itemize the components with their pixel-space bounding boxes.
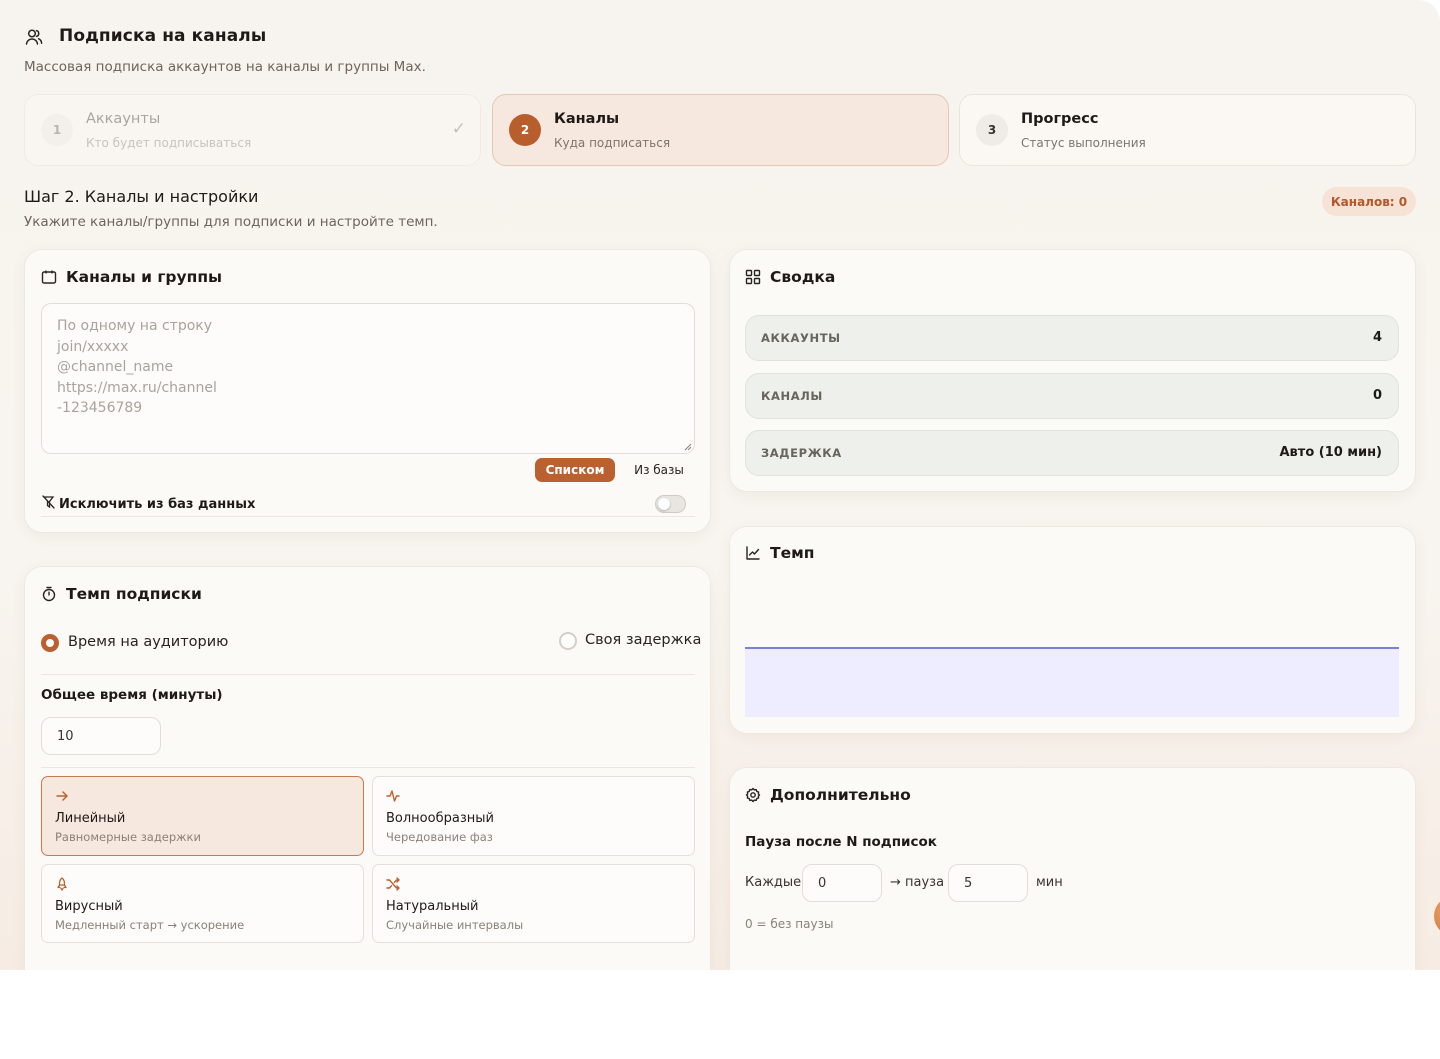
pause-label: → пауза <box>890 875 945 890</box>
divider <box>41 674 695 675</box>
step-number: 2 <box>509 114 541 146</box>
filter-off-icon <box>42 495 55 509</box>
calendar-icon <box>41 270 57 284</box>
divider <box>41 767 695 768</box>
step-title: Прогресс <box>1021 111 1099 127</box>
mode-title: Волнообразный <box>386 811 494 826</box>
step-subtitle: Куда подписаться <box>554 136 671 150</box>
page-title: Подписка на каналы <box>59 26 267 46</box>
summary-row-channels: КАНАЛЫ 0 <box>745 373 1399 419</box>
shuffle-icon <box>386 877 400 891</box>
section-title: Шаг 2. Каналы и настройки <box>24 187 259 206</box>
grid-icon <box>745 269 761 285</box>
extra-card-title: Дополнительно <box>770 786 911 804</box>
mode-viral[interactable]: Вирусный Медленный старт → ускорение <box>41 864 364 943</box>
every-label: Каждые <box>745 875 802 890</box>
step-progress[interactable]: 3 Прогресс Статус выполнения <box>959 94 1416 166</box>
summary-row-accounts: АККАУНТЫ 4 <box>745 315 1399 361</box>
page-subtitle: Массовая подписка аккаунтов на каналы и … <box>24 59 426 75</box>
mode-subtitle: Равномерные задержки <box>55 830 201 844</box>
tempo-card-title: Темп <box>770 544 815 562</box>
step-subtitle: Кто будет подписываться <box>86 136 252 150</box>
mode-natural[interactable]: Натуральный Случайные интервалы <box>372 864 695 943</box>
mode-subtitle: Медленный старт → ускорение <box>55 918 245 932</box>
line-chart-icon <box>746 546 760 560</box>
mode-wave[interactable]: Волнообразный Чередование фаз <box>372 776 695 856</box>
tempo-chart <box>745 647 1399 717</box>
radio-audience-time[interactable] <box>41 634 59 652</box>
check-icon: ✓ <box>451 119 466 139</box>
divider <box>41 516 695 517</box>
floating-action-button[interactable] <box>1434 896 1440 936</box>
summary-card-title: Сводка <box>770 268 836 286</box>
resize-grip-icon[interactable] <box>684 443 692 451</box>
mode-linear[interactable]: Линейный Равномерные задержки <box>41 776 364 856</box>
total-time-label: Общее время (минуты) <box>41 687 223 703</box>
step-title: Каналы <box>554 111 620 127</box>
channels-card-title: Каналы и группы <box>66 268 223 286</box>
mode-subtitle: Случайные интервалы <box>386 918 524 932</box>
exclude-db-toggle[interactable] <box>655 495 686 513</box>
pause-minutes-input[interactable]: 5 <box>948 864 1028 902</box>
summary-label: АККАУНТЫ <box>761 331 841 345</box>
timer-icon <box>42 586 56 602</box>
summary-row-delay: ЗАДЕРЖКА Авто (10 мин) <box>745 430 1399 476</box>
summary-value: Авто (10 мин) <box>1279 445 1383 460</box>
minutes-unit-label: мин <box>1036 875 1063 890</box>
pause-after-label: Пауза после N подписок <box>745 834 937 850</box>
total-time-input[interactable]: 10 <box>41 717 161 755</box>
users-icon <box>25 29 43 45</box>
tempo-area <box>745 648 1399 717</box>
radio-custom-delay-label[interactable]: Своя задержка <box>585 632 701 648</box>
pause-hint: 0 = без паузы <box>745 917 834 931</box>
summary-value: 4 <box>1372 330 1382 345</box>
step-accounts[interactable]: 1 Аккаунты Кто будет подписываться ✓ <box>24 94 481 166</box>
gear-icon <box>745 787 761 803</box>
mode-title: Линейный <box>55 811 126 826</box>
channels-count-badge: Каналов: 0 <box>1322 187 1416 216</box>
radio-audience-time-label[interactable]: Время на аудиторию <box>68 634 228 650</box>
channels-textarea[interactable]: По одному на строку join/xxxxx @channel_… <box>41 303 695 454</box>
every-n-input[interactable]: 0 <box>802 864 882 902</box>
app-window: Подписка на каналы Массовая подписка акк… <box>0 0 1440 970</box>
list-mode-button[interactable]: Списком <box>535 458 615 482</box>
summary-label: КАНАЛЫ <box>761 389 823 403</box>
mode-subtitle: Чередование фаз <box>386 830 493 844</box>
from-database-button[interactable]: Из базы <box>624 458 694 482</box>
summary-value: 0 <box>1372 388 1382 403</box>
exclude-db-label: Исключить из баз данных <box>59 497 256 512</box>
step-channels[interactable]: 2 Каналы Куда подписаться <box>492 94 949 166</box>
step-subtitle: Статус выполнения <box>1021 136 1146 150</box>
section-subtitle: Укажите каналы/группы для подписки и нас… <box>24 214 438 230</box>
pulse-icon <box>386 790 400 802</box>
mode-title: Натуральный <box>386 899 479 914</box>
step-number: 1 <box>41 114 73 146</box>
step-number: 3 <box>976 114 1008 146</box>
summary-label: ЗАДЕРЖКА <box>761 446 842 460</box>
rocket-icon <box>57 877 67 891</box>
mode-title: Вирусный <box>55 899 123 914</box>
pace-card-title: Темп подписки <box>66 585 202 603</box>
step-title: Аккаунты <box>86 111 161 127</box>
radio-custom-delay[interactable] <box>559 632 577 650</box>
arrow-right-icon <box>56 791 68 801</box>
